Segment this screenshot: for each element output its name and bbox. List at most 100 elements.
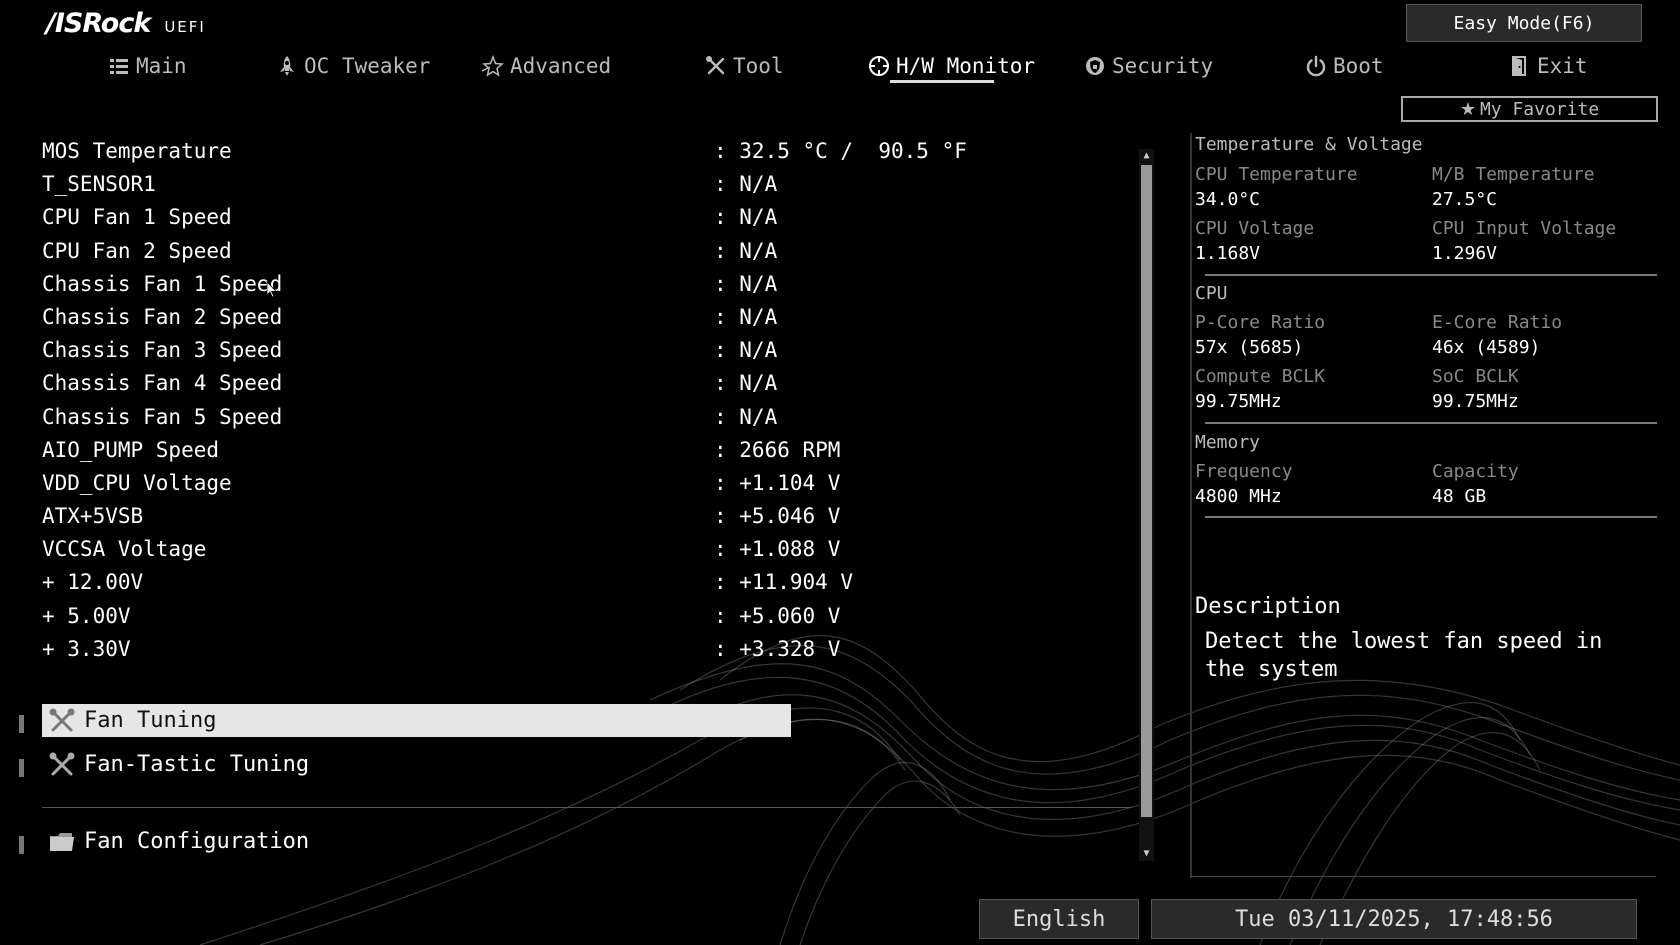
scrollbar-thumb[interactable]	[1141, 165, 1152, 817]
row-value: : +5.046 V	[714, 504, 841, 529]
cpu-temp-value: 34.0°C	[1195, 189, 1261, 210]
cpu-voltage-value: 1.168V	[1195, 243, 1261, 264]
monitor-row[interactable]: ATX+5VSB : +5.046 V	[42, 501, 1122, 534]
top-nav: Main OC Tweaker Advanced Tool H/W Monito…	[0, 48, 1680, 90]
tab-exit[interactable]: Exit	[1509, 48, 1588, 84]
item-marker	[19, 759, 24, 777]
my-favorite-label: My Favorite	[1479, 98, 1600, 120]
tab-hw-monitor[interactable]: H/W Monitor	[868, 48, 1035, 84]
memory-capacity-label: Capacity	[1432, 461, 1519, 482]
tab-tool[interactable]: Tool	[705, 48, 784, 84]
row-value: : N/A	[714, 404, 778, 429]
monitor-row[interactable]: T_SENSOR1: N/A	[42, 169, 1122, 202]
active-tab-indicator	[890, 80, 994, 83]
monitor-row[interactable]: AIO_PUMP Speed: 2666 RPM	[42, 435, 1122, 468]
row-label: Chassis Fan 1 Speed	[42, 271, 283, 296]
tab-boot[interactable]: Boot	[1305, 48, 1384, 84]
cpu-input-voltage-label: CPU Input Voltage	[1432, 218, 1617, 239]
soc-bclk-value: 99.75MHz	[1432, 391, 1519, 412]
folder-icon	[50, 832, 74, 851]
row-label: + 3.30V	[42, 636, 131, 661]
panel-bottom-border	[1190, 876, 1656, 877]
tab-security-label: Security	[1112, 54, 1214, 78]
logo-mark: /ISRock	[46, 8, 151, 39]
panel-divider	[1205, 516, 1657, 518]
row-value: : N/A	[714, 238, 778, 263]
monitor-row[interactable]: VDD_CPU Voltage : +1.104 V	[42, 468, 1122, 501]
mb-temp-label: M/B Temperature	[1432, 164, 1595, 185]
monitor-row[interactable]: Chassis Fan 4 Speed: N/A	[42, 368, 1122, 401]
monitor-row[interactable]: VCCSA Voltage : +1.088 V	[42, 534, 1122, 567]
fan-tastic-tuning-item[interactable]: Fan-Tastic Tuning	[42, 748, 791, 781]
row-value: : +11.904 V	[714, 570, 854, 595]
shield-icon	[1086, 57, 1104, 75]
tab-boot-label: Boot	[1333, 54, 1384, 78]
monitor-row[interactable]: Chassis Fan 5 Speed : N/A	[42, 402, 1122, 435]
monitor-row[interactable]: CPU Fan 1 Speed: N/A	[42, 202, 1122, 235]
scroll-down-arrow[interactable]: ▼	[1139, 847, 1154, 861]
ecore-ratio-value: 46x (4589)	[1432, 337, 1541, 358]
fan-configuration-item[interactable]: Fan Configuration	[42, 825, 791, 858]
item-marker	[19, 836, 24, 854]
tools-icon	[49, 708, 75, 731]
row-label: MOS Temperature	[42, 139, 232, 163]
tab-oc-tweaker-label: OC Tweaker	[304, 54, 431, 78]
fan-tastic-tuning-label: Fan-Tastic Tuning	[84, 752, 310, 777]
tab-tool-label: Tool	[733, 54, 784, 78]
scroll-up-arrow[interactable]: ▲	[1139, 149, 1154, 163]
rocket-icon	[280, 56, 294, 76]
cpu-input-voltage-value: 1.296V	[1432, 243, 1498, 264]
cpu-section-title: CPU	[1195, 283, 1228, 304]
memory-capacity-value: 48 GB	[1432, 486, 1487, 507]
row-label: CPU Fan 2 Speed	[42, 238, 232, 263]
mb-temp-value: 27.5°C	[1432, 189, 1498, 210]
memory-frequency-value: 4800 MHz	[1195, 486, 1282, 507]
memory-section-title: Memory	[1195, 432, 1261, 453]
exit-door-icon	[1512, 56, 1526, 76]
row-label: CPU Fan 1 Speed	[42, 205, 232, 230]
monitor-row[interactable]: Chassis Fan 2 Speed: N/A	[42, 302, 1122, 335]
monitor-row[interactable]: + 12.00V: +11.904 V	[42, 567, 1122, 600]
fan-tuning-item[interactable]: Fan Tuning	[42, 704, 791, 737]
row-value: : +1.104 V	[714, 470, 841, 495]
tab-advanced[interactable]: Advanced	[482, 48, 611, 84]
tab-main-label: Main	[136, 54, 187, 78]
row-value: : N/A	[714, 338, 778, 363]
tab-exit-label: Exit	[1537, 54, 1588, 78]
row-value: : N/A	[714, 304, 778, 329]
memory-frequency-label: Frequency	[1195, 461, 1293, 482]
language-button[interactable]: English	[979, 899, 1139, 939]
row-value: : N/A	[714, 271, 778, 296]
my-favorite-button[interactable]: ★ My Favorite	[1401, 96, 1658, 122]
row-label: Chassis Fan 5 Speed	[42, 404, 283, 429]
monitor-row[interactable]: MOS Temperature: 32.5 °C / 90.5 °F	[42, 136, 1122, 169]
row-label: ATX+5VSB	[42, 504, 144, 529]
panel-left-border	[1190, 133, 1192, 878]
list-icon	[110, 59, 128, 74]
datetime-display: Tue 03/11/2025, 17:48:56	[1151, 899, 1637, 939]
tab-hw-monitor-label: H/W Monitor	[896, 54, 1036, 78]
hw-monitor-list: MOS Temperature: 32.5 °C / 90.5 °F T_SEN…	[42, 136, 1122, 667]
description-text: Detect the lowest fan speed in the syste…	[1205, 629, 1603, 682]
row-label: VDD_CPU Voltage	[42, 470, 232, 495]
row-label: VCCSA Voltage	[42, 537, 207, 562]
ecore-ratio-label: E-Core Ratio	[1432, 312, 1563, 333]
monitor-row[interactable]: Chassis Fan 3 Speed: N/A	[42, 335, 1122, 368]
pcore-ratio-value: 57x (5685)	[1195, 337, 1304, 358]
easy-mode-button[interactable]: Easy Mode(F6)	[1406, 4, 1642, 42]
row-label: Chassis Fan 4 Speed	[42, 371, 283, 396]
monitor-row[interactable]: + 5.00V: +5.060 V	[42, 601, 1122, 634]
pcore-ratio-label: P-Core Ratio	[1195, 312, 1326, 333]
row-value: : +3.328 V	[714, 636, 841, 661]
tab-security[interactable]: Security	[1084, 48, 1213, 84]
row-value: : +5.060 V	[714, 603, 841, 628]
tab-oc-tweaker[interactable]: OC Tweaker	[276, 48, 430, 84]
tools-icon	[49, 752, 75, 775]
monitor-row[interactable]: CPU Fan 2 Speed : N/A	[42, 236, 1122, 269]
cpu-temp-label: CPU Temperature	[1195, 164, 1358, 185]
monitor-row[interactable]: Chassis Fan 1 Speed : N/A	[42, 269, 1122, 302]
tab-main[interactable]: Main	[108, 48, 187, 84]
fan-tuning-label: Fan Tuning	[84, 708, 217, 733]
row-value: : +1.088 V	[714, 537, 841, 562]
monitor-row[interactable]: + 3.30V : +3.328 V	[42, 634, 1122, 667]
